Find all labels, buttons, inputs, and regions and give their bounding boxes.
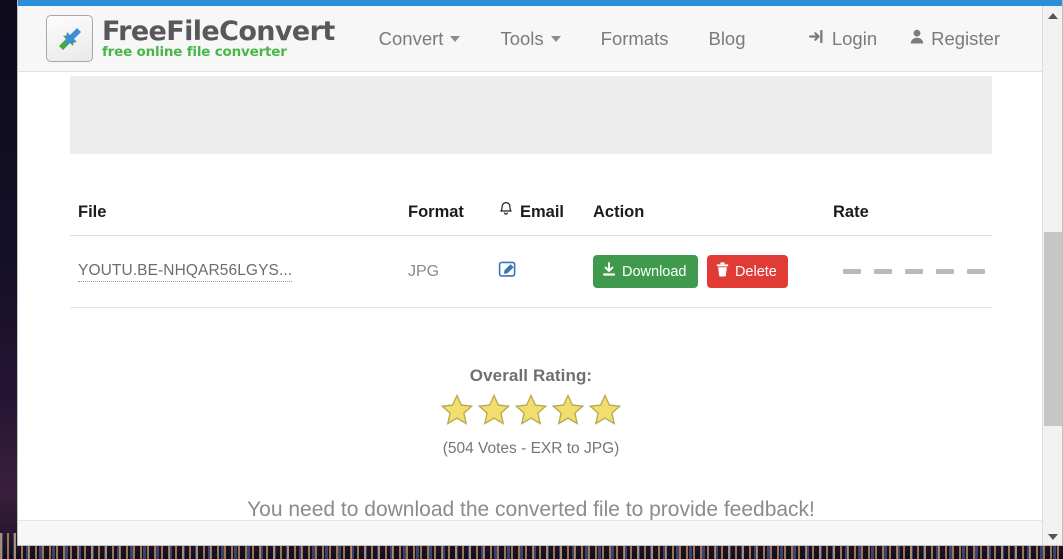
cell-rate <box>825 235 992 308</box>
nav-label-formats: Formats <box>600 27 669 49</box>
table-row: YOUTU.BE-NHQAR56LGYS... JPG Download Del… <box>70 235 992 308</box>
trash-icon <box>716 262 729 281</box>
login-arrow-icon <box>808 28 826 50</box>
cell-email <box>490 235 585 308</box>
row-rating-placeholder <box>833 269 992 274</box>
column-header-email: Email <box>490 191 585 236</box>
login-label: Login <box>831 27 878 49</box>
overall-rating-label: Overall Rating: <box>469 366 593 385</box>
overall-rating-stars <box>70 393 992 430</box>
column-header-email-label: Email <box>520 202 565 221</box>
chevron-down-icon <box>450 35 461 42</box>
file-name-link[interactable]: YOUTU.BE-NHQAR56LGYS... <box>78 262 293 282</box>
delete-button-label: Delete <box>734 263 777 280</box>
nav-item-formats[interactable]: Formats <box>601 28 669 50</box>
download-icon <box>602 262 616 281</box>
rate-star-placeholder-5[interactable] <box>967 269 985 274</box>
conversion-results: File Format Email Action Rate YOUTU.BE-N… <box>70 191 992 522</box>
freefileconvert-logo-icon <box>46 15 93 62</box>
feedback-notice: You need to download the converted file … <box>247 498 815 521</box>
star-icon-3 <box>514 393 548 430</box>
overall-rating-section: Overall Rating: (504 Votes - EXR to JPG) <box>70 366 992 458</box>
star-icon-1 <box>440 393 474 430</box>
cell-action: Download Delete <box>585 235 825 308</box>
nav-item-tools[interactable]: Tools <box>500 27 561 50</box>
scrollbar-thumb[interactable] <box>1044 232 1062 426</box>
brand-name: FreeFileConvert <box>102 15 335 47</box>
column-header-action: Action <box>585 191 825 236</box>
column-header-format: Format <box>400 191 490 236</box>
column-header-file: File <box>70 191 400 236</box>
site-header: FreeFileConvert free online file convert… <box>18 6 1044 72</box>
nav-item-convert[interactable]: Convert <box>379 28 461 50</box>
nav-label-convert: Convert <box>378 27 444 49</box>
cell-file: YOUTU.BE-NHQAR56LGYS... <box>70 235 400 308</box>
scroll-up-arrow-icon[interactable] <box>1043 6 1062 25</box>
page-content: File Format Email Action Rate YOUTU.BE-N… <box>18 76 1044 522</box>
desktop-background: FreeFileConvert free online file convert… <box>0 0 1063 559</box>
edit-pencil-square-icon[interactable] <box>498 261 518 283</box>
rate-star-placeholder-2[interactable] <box>874 269 892 274</box>
nav-item-blog[interactable]: Blog <box>708 28 745 50</box>
table-header-row: File Format Email Action Rate <box>70 191 992 236</box>
page-bottom-strip <box>18 520 1044 545</box>
conversion-results-table: File Format Email Action Rate YOUTU.BE-N… <box>70 191 992 308</box>
rate-star-placeholder-1[interactable] <box>843 269 861 274</box>
register-link[interactable]: Register <box>909 28 1000 50</box>
brand-tagline: free online file converter <box>102 43 287 60</box>
user-person-icon <box>909 28 925 50</box>
delete-button[interactable]: Delete <box>706 255 788 288</box>
votes-count-label: (504 Votes - EXR to JPG) <box>442 440 620 457</box>
rate-star-placeholder-3[interactable] <box>905 269 923 274</box>
page-viewport: FreeFileConvert free online file convert… <box>18 6 1044 545</box>
nav-label-blog: Blog <box>708 27 746 49</box>
scroll-down-arrow-icon[interactable] <box>1043 527 1062 545</box>
browser-window: FreeFileConvert free online file convert… <box>17 0 1063 546</box>
star-icon-4 <box>551 393 585 430</box>
login-link[interactable]: Login <box>808 27 878 50</box>
vertical-scrollbar[interactable] <box>1042 6 1062 545</box>
main-nav: Convert Tools Formats Blog <box>379 28 746 50</box>
brand-logo[interactable]: FreeFileConvert free online file convert… <box>46 15 335 62</box>
ad-placeholder-block <box>70 76 992 154</box>
star-icon-2 <box>477 393 511 430</box>
cell-format: JPG <box>400 235 490 308</box>
chevron-down-icon <box>550 35 561 42</box>
rate-star-placeholder-4[interactable] <box>936 269 954 274</box>
nav-label-tools: Tools <box>500 27 544 49</box>
column-header-rate: Rate <box>825 191 992 236</box>
download-button-label: Download <box>622 263 687 280</box>
download-button[interactable]: Download <box>593 255 698 288</box>
star-icon-5 <box>588 393 622 430</box>
account-nav: Login Register <box>808 27 1026 50</box>
bell-icon <box>498 201 514 223</box>
register-label: Register <box>931 27 1000 49</box>
